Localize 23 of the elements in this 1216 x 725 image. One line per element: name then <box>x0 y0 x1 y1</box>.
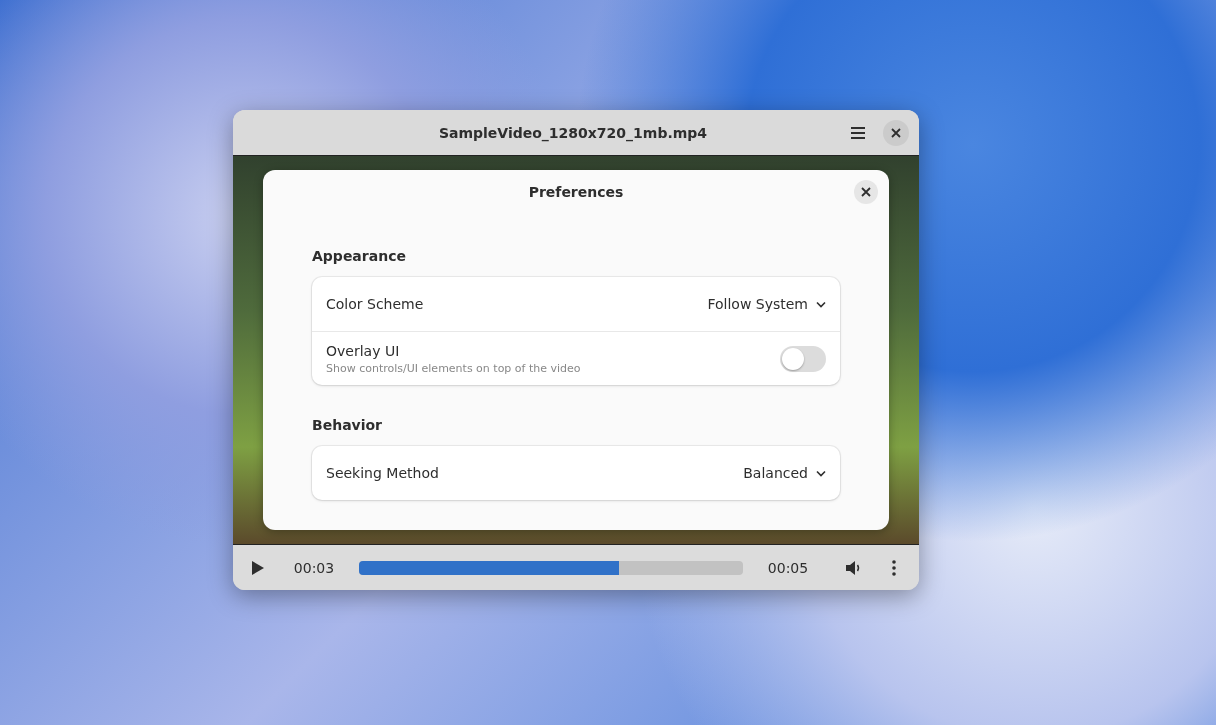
row-label: Seeking Method <box>326 465 440 481</box>
duration-time: 00:05 <box>766 559 810 576</box>
group-title: Appearance <box>312 248 407 264</box>
more-icon <box>892 559 896 576</box>
toggle-switch[interactable] <box>780 345 826 372</box>
dropdown[interactable]: Balanced <box>743 465 826 481</box>
seek-bar[interactable] <box>359 560 743 575</box>
close-icon <box>861 187 871 197</box>
row-label: Overlay UI <box>326 342 401 359</box>
chevron-down-icon <box>816 469 826 477</box>
dialog-title: Preferences <box>528 184 624 200</box>
close-button[interactable] <box>854 180 878 204</box>
window-title: SampleVideo_1280x720_1mb.mp4 <box>437 124 709 141</box>
close-icon <box>891 127 901 138</box>
chevron-down-icon <box>816 300 826 308</box>
close-button[interactable] <box>883 119 909 146</box>
row-subtitle: Show controls/UI elements on top of the video <box>326 361 582 375</box>
dropdown[interactable]: Follow System <box>707 296 826 312</box>
play-icon <box>251 559 265 576</box>
elapsed-time: 00:03 <box>292 559 336 576</box>
group-title: Behavior <box>312 417 384 433</box>
row-label: Color Scheme <box>326 296 425 312</box>
menu-icon <box>850 125 866 140</box>
